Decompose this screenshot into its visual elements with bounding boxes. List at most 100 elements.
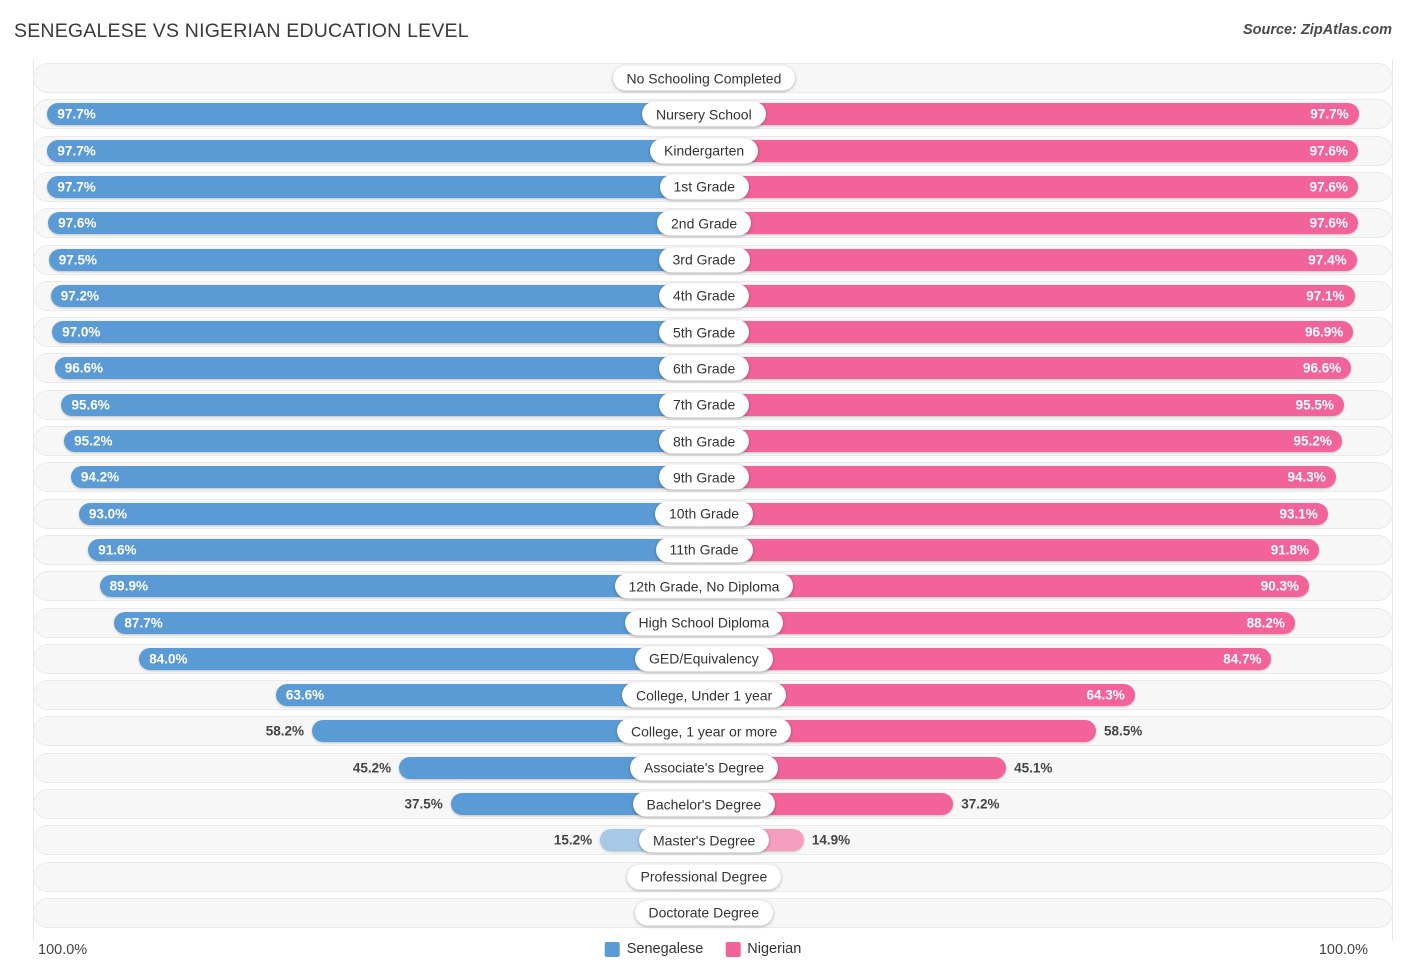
category-label-pill[interactable]: 3rd Grade: [658, 247, 750, 272]
bar-nigerian[interactable]: 96.6%: [704, 357, 1352, 380]
category-label-pill[interactable]: 7th Grade: [659, 392, 750, 418]
bar-senegalese[interactable]: 93.0%: [78, 502, 702, 525]
category-label: 7th Grade: [673, 396, 736, 413]
bar-nigerian[interactable]: 97.6%: [704, 175, 1358, 198]
category-label-pill[interactable]: 5th Grade: [659, 319, 750, 345]
category-label-pill[interactable]: College, 1 year or more: [617, 718, 792, 744]
bar-nigerian[interactable]: 91.8%: [704, 538, 1320, 561]
category-label-pill[interactable]: College, Under 1 year: [622, 682, 787, 708]
category-label-pill[interactable]: Nursery School: [642, 101, 766, 127]
bar-nigerian[interactable]: 93.1%: [704, 502, 1328, 525]
category-label-pill[interactable]: 8th Grade: [659, 428, 750, 454]
bar-value-nigerian: 14.9%: [811, 832, 851, 848]
category-label-pill[interactable]: Master's Degree: [639, 827, 770, 853]
chart-row[interactable]: 94.2% 94.3% 9th Grade: [33, 462, 1393, 493]
category-label-pill[interactable]: 12th Grade, No Diploma: [614, 573, 794, 599]
chart-row[interactable]: 97.6% 97.6% 2nd Grade: [33, 208, 1393, 239]
bar-nigerian[interactable]: 97.1%: [704, 284, 1355, 307]
chart-row[interactable]: 4.6%4.2%Professional Degree: [33, 861, 1393, 892]
category-label: 4th Grade: [673, 287, 736, 304]
category-label: Kindergarten: [664, 142, 745, 159]
chart-row[interactable]: 97.0% 96.9% 5th Grade: [33, 317, 1393, 348]
bar-senegalese[interactable]: 87.7%: [114, 611, 702, 634]
chart-row[interactable]: 89.9% 90.3% 12th Grade, No Diploma: [33, 571, 1393, 602]
chart-row[interactable]: 97.7% 97.6% 1st Grade: [33, 171, 1393, 202]
chart-row[interactable]: 2.3%2.3%No Schooling Completed: [33, 63, 1393, 93]
bar-senegalese[interactable]: 97.6%: [48, 212, 702, 235]
chart-row[interactable]: 2.0%1.8%Doctorate Degree: [33, 897, 1393, 928]
bar-senegalese[interactable]: 94.2%: [70, 466, 702, 489]
category-label-pill[interactable]: Professional Degree: [626, 864, 782, 890]
chart-row-inner: 95.2% 95.2% 8th Grade: [34, 427, 1392, 455]
chart-row[interactable]: 96.6% 96.6% 6th Grade: [33, 353, 1393, 384]
bar-nigerian[interactable]: 97.4%: [704, 248, 1357, 271]
chart-row-inner: 94.2% 94.3% 9th Grade: [34, 463, 1392, 491]
category-label-pill[interactable]: 10th Grade: [655, 501, 754, 527]
chart-row[interactable]: 95.2% 95.2% 8th Grade: [33, 426, 1393, 456]
bar-value-nigerian: 95.5%: [1295, 397, 1334, 413]
chart-row[interactable]: 58.2% 58.5% College, 1 year or more: [33, 716, 1393, 747]
bar-nigerian[interactable]: 95.5%: [704, 393, 1344, 416]
chart-row[interactable]: 91.6% 91.8% 11th Grade: [33, 534, 1393, 565]
chart-row[interactable]: 15.2% 14.9% Master's Degree: [33, 825, 1393, 856]
bar-nigerian[interactable]: 88.2%: [704, 611, 1295, 634]
chart-row-inner: 2.0%1.8%Doctorate Degree: [34, 899, 1392, 927]
category-label-pill[interactable]: 9th Grade: [659, 464, 750, 490]
legend-item-senegalese[interactable]: Senegalese: [604, 941, 703, 957]
category-label: Bachelor's Degree: [646, 796, 762, 812]
chart-row[interactable]: 84.0% 84.7% GED/Equivalency: [33, 643, 1393, 674]
bar-nigerian[interactable]: 97.6%: [704, 212, 1358, 235]
bar-senegalese[interactable]: 97.5%: [48, 248, 702, 271]
chart-row[interactable]: 63.6% 64.3% College, Under 1 year: [33, 680, 1393, 711]
bar-nigerian[interactable]: 96.9%: [704, 321, 1354, 344]
bar-nigerian[interactable]: 90.3%: [704, 575, 1309, 598]
bar-senegalese[interactable]: 89.9%: [99, 575, 702, 598]
bar-nigerian[interactable]: 95.2%: [704, 430, 1342, 452]
bar-nigerian[interactable]: 94.3%: [704, 466, 1336, 489]
legend-item-nigerian[interactable]: Nigerian: [725, 941, 801, 957]
category-label: 8th Grade: [673, 433, 736, 449]
chart-row[interactable]: 95.6% 95.5% 7th Grade: [33, 389, 1393, 420]
chart-row[interactable]: 97.2% 97.1% 4th Grade: [33, 280, 1393, 311]
bar-senegalese[interactable]: 96.6%: [54, 357, 702, 380]
bar-senegalese[interactable]: 97.7%: [47, 103, 702, 126]
category-label: Doctorate Degree: [648, 904, 760, 921]
category-label-pill[interactable]: 4th Grade: [659, 283, 750, 309]
bar-nigerian[interactable]: 97.7%: [704, 103, 1359, 126]
bar-senegalese[interactable]: 97.0%: [52, 321, 702, 344]
chart-row[interactable]: 97.5% 97.4% 3rd Grade: [33, 244, 1393, 275]
bar-value-nigerian: 97.1%: [1306, 288, 1345, 304]
bar-senegalese[interactable]: 84.0%: [139, 647, 702, 670]
category-label: 11th Grade: [669, 541, 739, 558]
bar-senegalese[interactable]: 95.6%: [61, 393, 702, 416]
bar-senegalese[interactable]: 95.2%: [64, 430, 702, 452]
category-label-pill[interactable]: 2nd Grade: [657, 210, 752, 236]
bar-senegalese[interactable]: 97.2%: [50, 284, 702, 307]
chart-row[interactable]: 93.0% 93.1% 10th Grade: [33, 498, 1393, 529]
category-label-pill[interactable]: 6th Grade: [659, 355, 750, 381]
category-label-pill[interactable]: Associate's Degree: [630, 755, 779, 781]
chart-row[interactable]: 87.7% 88.2% High School Diploma: [33, 607, 1393, 638]
bar-senegalese[interactable]: 97.7%: [47, 139, 702, 162]
bar-senegalese[interactable]: 97.7%: [47, 175, 702, 198]
chart-row[interactable]: 97.7% 97.6% Kindergarten: [33, 135, 1393, 166]
category-label-pill[interactable]: GED/Equivalency: [635, 646, 773, 672]
category-label-pill[interactable]: 11th Grade: [655, 537, 753, 563]
bar-value-senegalese: 93.0%: [88, 506, 128, 522]
chart-row[interactable]: 37.5% 37.2% Bachelor's Degree: [33, 789, 1393, 819]
chart-row-inner: 91.6% 91.8% 11th Grade: [34, 536, 1392, 564]
category-label-pill[interactable]: Bachelor's Degree: [632, 791, 776, 817]
category-label-pill[interactable]: Kindergarten: [650, 138, 759, 164]
bar-value-senegalese: 37.5%: [404, 796, 443, 812]
chart-row[interactable]: 45.2% 45.1% Associate's Degree: [33, 752, 1393, 783]
bar-nigerian[interactable]: 97.6%: [704, 139, 1358, 162]
category-label-pill[interactable]: 1st Grade: [659, 174, 749, 200]
chart-row-inner: 87.7% 88.2% High School Diploma: [34, 609, 1392, 637]
category-label-pill[interactable]: High School Diploma: [624, 610, 784, 635]
category-label-pill[interactable]: Doctorate Degree: [634, 900, 774, 926]
bar-nigerian[interactable]: 84.7%: [704, 647, 1272, 670]
chart-row[interactable]: 97.7% 97.7% Nursery School: [33, 99, 1393, 130]
category-label-pill[interactable]: No Schooling Completed: [612, 65, 796, 91]
category-label: 6th Grade: [673, 360, 736, 377]
bar-senegalese[interactable]: 91.6%: [88, 538, 702, 561]
